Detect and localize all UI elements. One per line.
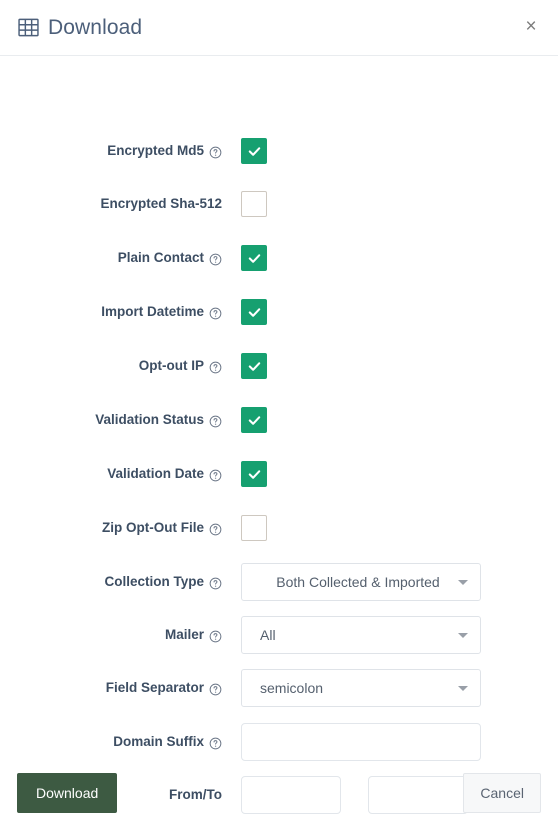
field-area bbox=[236, 515, 558, 541]
field-label-text: Validation Date bbox=[107, 465, 204, 481]
select-collection-type[interactable]: Both Collected & Imported bbox=[241, 563, 481, 601]
page-title: Download bbox=[48, 16, 143, 39]
table-grid-icon bbox=[18, 17, 39, 38]
checkbox-encrypted-md5[interactable] bbox=[241, 138, 267, 164]
checkbox-plain-contact[interactable] bbox=[241, 245, 267, 271]
field-label-text: Collection Type bbox=[104, 573, 204, 589]
field-area bbox=[236, 299, 558, 325]
form-row-field-separator: Field Separator semicolon bbox=[0, 669, 558, 707]
form-row-validation-status: Validation Status bbox=[0, 407, 558, 433]
form-row-opt-out-ip: Opt-out IP bbox=[0, 353, 558, 379]
field-label-text: Field Separator bbox=[105, 679, 204, 695]
field-area: Both Collected & Imported bbox=[236, 563, 558, 601]
download-form: Encrypted Md5 Encrypted Sha-512 Plain Cont… bbox=[0, 56, 558, 814]
form-row-plain-contact: Plain Contact bbox=[0, 245, 558, 271]
form-row-zip-opt-out-file: Zip Opt-Out File bbox=[0, 515, 558, 541]
field-area bbox=[236, 461, 558, 487]
form-row-validation-date: Validation Date bbox=[0, 461, 558, 487]
question-circle-icon[interactable] bbox=[209, 146, 222, 159]
form-row-import-datetime: Import Datetime bbox=[0, 299, 558, 325]
checkbox-validation-status[interactable] bbox=[241, 407, 267, 433]
field-label-text: Validation Status bbox=[95, 411, 204, 427]
form-row-collection-type: Collection Type Both Collected & Imported bbox=[0, 563, 558, 601]
checkbox-validation-date[interactable] bbox=[241, 461, 267, 487]
select-value: Both Collected & Imported bbox=[276, 574, 440, 590]
select-value: semicolon bbox=[260, 680, 324, 696]
field-area bbox=[236, 191, 558, 217]
checkbox-opt-out-ip[interactable] bbox=[241, 353, 267, 379]
field-label-text: Encrypted Md5 bbox=[107, 142, 204, 158]
field-area bbox=[236, 353, 558, 379]
chevron-down-icon bbox=[458, 686, 468, 691]
field-area bbox=[236, 138, 558, 164]
field-label-collection-type: Collection Type bbox=[0, 574, 236, 590]
field-label-encrypted-md5: Encrypted Md5 bbox=[0, 143, 236, 159]
question-circle-icon[interactable] bbox=[209, 415, 222, 428]
question-circle-icon[interactable] bbox=[209, 737, 222, 750]
question-circle-icon[interactable] bbox=[209, 683, 222, 696]
field-label-text: Import Datetime bbox=[101, 303, 204, 319]
field-label-validation-status: Validation Status bbox=[0, 412, 236, 428]
field-label-encrypted-sha-512: Encrypted Sha-512 bbox=[0, 196, 236, 212]
field-label-mailer: Mailer bbox=[0, 627, 236, 643]
question-circle-icon[interactable] bbox=[209, 307, 222, 320]
field-label-import-datetime: Import Datetime bbox=[0, 304, 236, 320]
field-area bbox=[236, 407, 558, 433]
question-circle-icon[interactable] bbox=[209, 523, 222, 536]
field-label-field-separator: Field Separator bbox=[0, 680, 236, 696]
form-row-mailer: Mailer All bbox=[0, 616, 558, 654]
field-area: semicolon bbox=[236, 669, 558, 707]
select-mailer[interactable]: All bbox=[241, 616, 481, 654]
close-icon[interactable]: × bbox=[520, 16, 542, 38]
checkbox-zip-opt-out-file[interactable] bbox=[241, 515, 267, 541]
modal-footer: Download Cancel bbox=[0, 760, 558, 826]
question-circle-icon[interactable] bbox=[209, 253, 222, 266]
cancel-button[interactable]: Cancel bbox=[463, 773, 541, 813]
field-label-validation-date: Validation Date bbox=[0, 466, 236, 482]
checkbox-import-datetime[interactable] bbox=[241, 299, 267, 325]
download-button[interactable]: Download bbox=[17, 773, 118, 813]
modal-header: Download × bbox=[0, 0, 558, 56]
field-label-plain-contact: Plain Contact bbox=[0, 250, 236, 266]
form-row-domain-suffix: Domain Suffix bbox=[0, 723, 558, 761]
question-circle-icon[interactable] bbox=[209, 577, 222, 590]
field-label-text: Encrypted Sha-512 bbox=[100, 195, 222, 211]
field-label-zip-opt-out-file: Zip Opt-Out File bbox=[0, 520, 236, 536]
form-row-encrypted-md5: Encrypted Md5 bbox=[0, 138, 558, 164]
select-value: All bbox=[260, 627, 276, 643]
field-label-text: Zip Opt-Out File bbox=[102, 519, 204, 535]
modal-title-group: Download bbox=[18, 17, 142, 38]
field-label-opt-out-ip: Opt-out IP bbox=[0, 358, 236, 374]
form-row-encrypted-sha-512: Encrypted Sha-512 bbox=[0, 191, 558, 217]
question-circle-icon[interactable] bbox=[209, 630, 222, 643]
chevron-down-icon bbox=[458, 580, 468, 585]
question-circle-icon[interactable] bbox=[209, 469, 222, 482]
chevron-down-icon bbox=[458, 633, 468, 638]
checkbox-encrypted-sha-512[interactable] bbox=[241, 191, 267, 217]
input-domain-suffix[interactable] bbox=[241, 723, 481, 761]
field-area bbox=[236, 723, 558, 761]
field-label-text: Plain Contact bbox=[117, 249, 204, 265]
field-area bbox=[236, 245, 558, 271]
field-label-text: Mailer bbox=[164, 626, 204, 642]
field-label-text: Opt-out IP bbox=[138, 357, 204, 373]
question-circle-icon[interactable] bbox=[209, 361, 222, 374]
field-label-domain-suffix: Domain Suffix bbox=[0, 734, 236, 750]
field-label-text: Domain Suffix bbox=[113, 733, 204, 749]
field-area: All bbox=[236, 616, 558, 654]
select-field-separator[interactable]: semicolon bbox=[241, 669, 481, 707]
